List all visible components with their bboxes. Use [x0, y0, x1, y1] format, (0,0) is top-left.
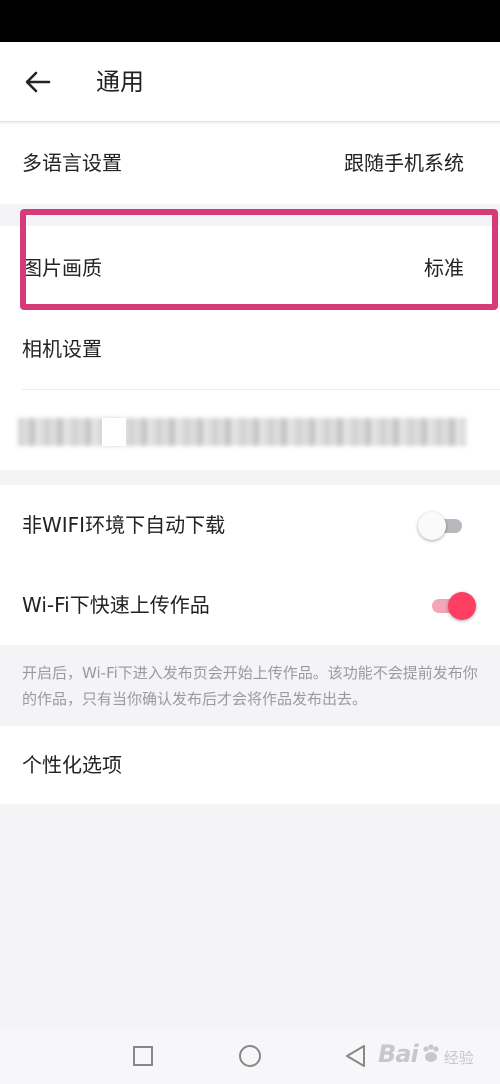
- triangle-back-icon: [346, 1045, 365, 1067]
- watermark-brand: Bai: [378, 1040, 419, 1068]
- back-nav-button[interactable]: [342, 1042, 370, 1070]
- blur-gap: [102, 418, 126, 446]
- wifi-upload-label: Wi-Fi下快速上传作品: [22, 593, 210, 617]
- toggle-thumb: [418, 512, 446, 540]
- app-bar: 通用: [0, 42, 500, 122]
- non-wifi-download-toggle[interactable]: [418, 510, 466, 540]
- status-bar: [0, 0, 500, 42]
- watermark-sub: 经验: [443, 1048, 474, 1067]
- camera-setting-label: 相机设置: [22, 337, 102, 361]
- image-quality-row[interactable]: 图片画质 标准: [0, 226, 500, 310]
- recent-apps-button[interactable]: [129, 1042, 157, 1070]
- arrow-left-icon: [25, 71, 51, 93]
- divider: [22, 389, 500, 390]
- square-icon: [133, 1046, 153, 1066]
- image-quality-value: 标准: [424, 256, 464, 280]
- baidu-watermark: Bai 经验: [378, 1034, 496, 1074]
- circle-icon: [239, 1045, 261, 1067]
- wifi-upload-row: Wi-Fi下快速上传作品: [0, 565, 500, 645]
- wifi-upload-hint: 开启后，Wi-Fi下进入发布页会开始上传作品。该功能不会提前发布你的作品，只有当…: [22, 664, 478, 708]
- non-wifi-download-label: 非WIFI环境下自动下载: [22, 513, 226, 537]
- personalization-row[interactable]: 个性化选项: [0, 726, 500, 804]
- non-wifi-download-row: 非WIFI环境下自动下载: [0, 485, 500, 565]
- personalization-label: 个性化选项: [22, 753, 122, 777]
- language-setting-row[interactable]: 多语言设置 跟随手机系统: [0, 124, 500, 204]
- camera-setting-row[interactable]: 相机设置: [0, 310, 500, 388]
- back-button[interactable]: [14, 60, 62, 104]
- image-quality-label: 图片画质: [22, 256, 102, 280]
- toggle-thumb: [448, 592, 476, 620]
- home-button[interactable]: [236, 1042, 264, 1070]
- wifi-upload-toggle[interactable]: [428, 590, 476, 620]
- language-setting-label: 多语言设置: [22, 151, 122, 175]
- page-title: 通用: [96, 68, 144, 96]
- screen: 通用 多语言设置 跟随手机系统 图片画质 标准 相机设置 非WIFI环境下自动下…: [0, 0, 500, 1084]
- language-setting-value: 跟随手机系统: [344, 151, 464, 175]
- paw-icon: [423, 1044, 439, 1062]
- blurred-setting-item[interactable]: [18, 418, 466, 446]
